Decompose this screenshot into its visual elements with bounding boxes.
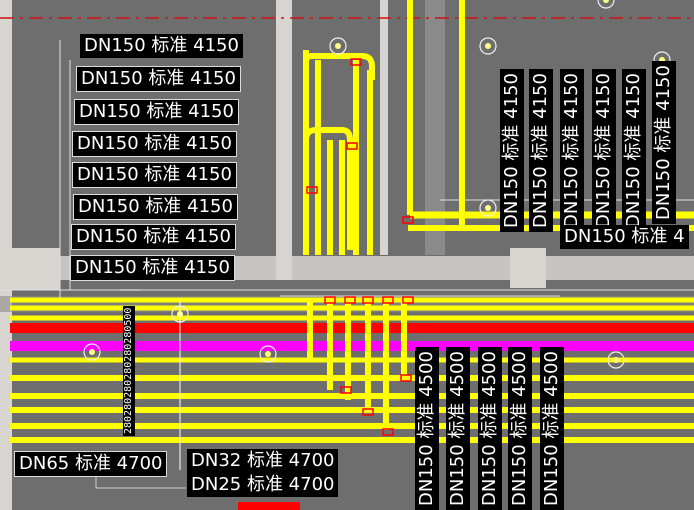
column (276, 0, 292, 280)
pipe-label[interactable]: DN150 标准 4 (560, 225, 689, 249)
pipe-label-vertical[interactable]: DN150 标准 4150 (592, 69, 616, 232)
pipe-label[interactable]: DN32 标准 4700 (187, 449, 339, 473)
pipe-label-vertical[interactable]: DN150 标准 4500 (415, 347, 439, 510)
pipe-label-vertical[interactable]: DN150 标准 4150 (622, 69, 646, 232)
pipe-label-vertical[interactable]: DN150 标准 4500 (446, 347, 470, 510)
red-block (238, 502, 300, 510)
pipe-label[interactable]: DN150 标准 4150 (72, 131, 237, 157)
pipe-label[interactable]: DN150 标准 4150 (76, 66, 241, 92)
dimension-chain: 280280280280280280500 (123, 305, 135, 436)
column (510, 248, 546, 288)
riser-dot (613, 357, 619, 363)
pipe-label[interactable]: DN25 标准 4700 (187, 473, 339, 497)
pipe-label-vertical[interactable]: DN150 标准 4500 (508, 347, 532, 510)
pipe-label[interactable]: DN150 标准 4150 (71, 224, 236, 250)
riser-dot (335, 43, 341, 49)
cad-drawing-canvas[interactable]: DN150 标准 4150 DN150 标准 4150 DN150 标准 415… (0, 0, 694, 510)
riser-dot (485, 43, 491, 49)
pipe-label[interactable]: DN65 标准 4700 (14, 451, 168, 477)
pipe-label[interactable]: DN150 标准 4150 (80, 34, 243, 58)
pipe-label[interactable]: DN150 标准 4150 (74, 99, 239, 125)
leader-line (95, 476, 186, 489)
riser-dot (485, 205, 491, 211)
wall-thin (380, 0, 388, 255)
pipe-label-vertical[interactable]: DN150 标准 4150 (500, 69, 524, 232)
pipe-label-vertical[interactable]: DN150 标准 4150 (652, 61, 676, 224)
pipe-label-vertical[interactable]: DN150 标准 4150 (529, 69, 553, 232)
pipe-label-vertical[interactable]: DN150 标准 4500 (540, 347, 564, 510)
pipe-label[interactable]: DN150 标准 4150 (73, 194, 238, 220)
pipe-label-vertical[interactable]: DN150 标准 4500 (478, 347, 502, 510)
pipe-label[interactable]: DN150 标准 4150 (70, 255, 235, 281)
riser-dot (89, 349, 95, 355)
pipe-label-vertical[interactable]: DN150 标准 4150 (560, 69, 584, 232)
pipe-label[interactable]: DN150 标准 4150 (72, 162, 237, 188)
riser-dot (265, 351, 271, 357)
riser-dot (603, 0, 609, 3)
